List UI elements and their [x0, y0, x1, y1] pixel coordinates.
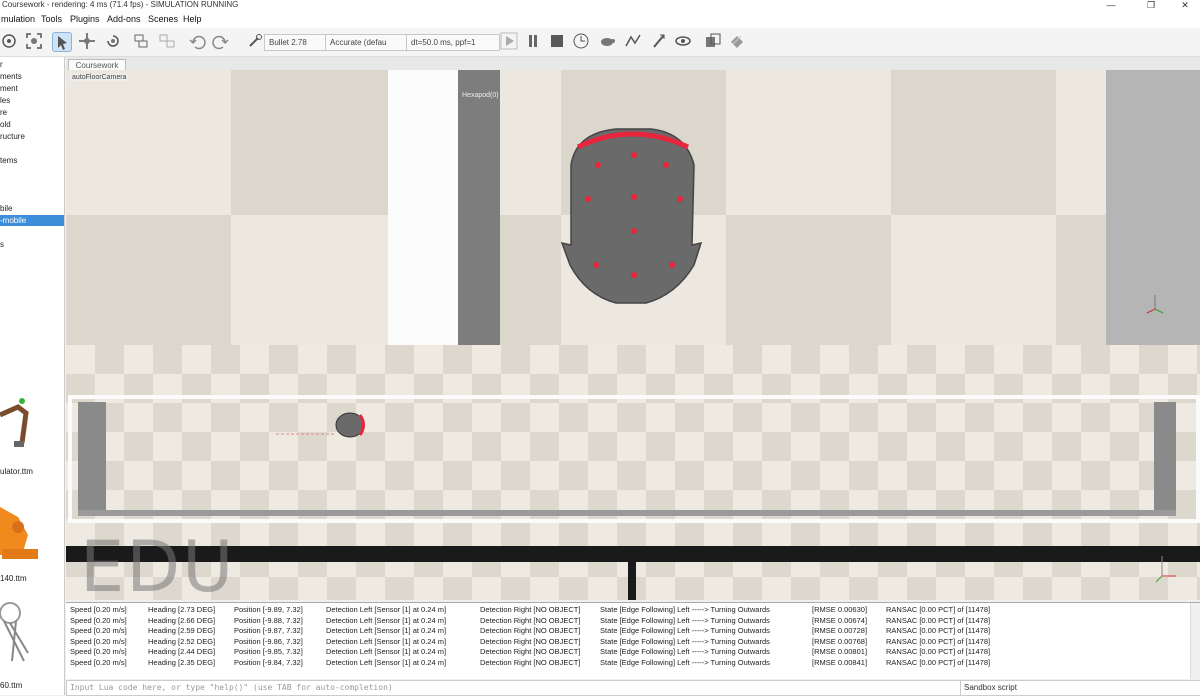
- dark-wall-post: [628, 562, 636, 600]
- visualization-icon[interactable]: [674, 32, 692, 50]
- timestep-select[interactable]: dt=50.0 ms, ppf=1: [406, 34, 500, 51]
- tree-item[interactable]: ructure: [0, 131, 64, 142]
- industrial-robot-thumbnail[interactable]: [0, 497, 44, 567]
- menu-bar: mulation Tools Plugins Add-ons Scenes He…: [0, 12, 1200, 28]
- maximize-button[interactable]: ❐: [1136, 0, 1166, 12]
- minimize-button[interactable]: —: [1096, 0, 1126, 12]
- pause-icon[interactable]: [524, 32, 542, 50]
- left-panel: r ments ment les re old ructure tems bil…: [0, 57, 65, 695]
- window-title: Coursework - rendering: 4 ms (71.4 fps) …: [2, 0, 239, 9]
- layer-icon[interactable]: [728, 32, 746, 50]
- edu-watermark: EDU: [80, 526, 236, 600]
- manipulator-model-thumbnail[interactable]: [0, 375, 40, 465]
- axis-gizmo-icon: [1140, 290, 1170, 320]
- toolbar: Bullet 2.78 Accurate (defau dt=50.0 ms, …: [0, 28, 1200, 57]
- camera-fit-icon[interactable]: [25, 32, 43, 50]
- lua-command-input[interactable]: Input Lua code here, or type "help()" (u…: [66, 680, 961, 696]
- tree-item[interactable]: r: [0, 59, 64, 70]
- menu-simulation[interactable]: mulation: [1, 14, 35, 24]
- mobile-robot-arena[interactable]: [334, 411, 368, 439]
- play-icon[interactable]: [500, 32, 518, 50]
- arena-wall-bottom: [78, 510, 1176, 516]
- script-selector-label: Sandbox script: [964, 683, 1017, 692]
- tree-item[interactable]: ments: [0, 71, 64, 82]
- title-bar: Coursework - rendering: 4 ms (71.4 fps) …: [0, 0, 1200, 12]
- assemble-icon[interactable]: [132, 32, 150, 50]
- menu-add-ons[interactable]: Add-ons: [107, 14, 141, 24]
- close-button[interactable]: ✕: [1170, 0, 1200, 12]
- undo-icon[interactable]: [188, 32, 206, 50]
- tree-item[interactable]: tems: [0, 155, 64, 166]
- tree-item[interactable]: ment: [0, 83, 64, 94]
- arena-wall-right: [1154, 402, 1176, 510]
- page-icon[interactable]: [704, 32, 722, 50]
- console-scrollbar[interactable]: [1190, 603, 1200, 679]
- white-floor-strip: [388, 70, 458, 345]
- stop-icon[interactable]: [548, 32, 566, 50]
- model-label: 60.ttm: [0, 681, 23, 690]
- tree-item-selected[interactable]: -mobile: [0, 215, 64, 226]
- object-move-icon[interactable]: [78, 32, 96, 50]
- menu-plugins[interactable]: Plugins: [70, 14, 100, 24]
- menu-scenes[interactable]: Scenes: [148, 14, 178, 24]
- model-label: ulator.ttm: [0, 467, 33, 476]
- object-select-icon[interactable]: [52, 32, 72, 52]
- delta-robot-thumbnail[interactable]: [0, 593, 40, 673]
- model-label: 140.ttm: [0, 574, 27, 583]
- script-selector[interactable]: Sandbox script: [960, 680, 1200, 696]
- disassemble-icon[interactable]: [158, 32, 176, 50]
- tree-item[interactable]: re: [0, 107, 64, 118]
- sensor-ray: [276, 428, 334, 435]
- dynamics-icon[interactable]: [650, 32, 668, 50]
- tree-item[interactable]: bile: [0, 203, 64, 214]
- scene-tab-strip: Coursework: [66, 57, 1200, 71]
- menu-tools[interactable]: Tools: [41, 14, 62, 24]
- threaded-icon[interactable]: [624, 32, 642, 50]
- mobile-robot-top-view[interactable]: [556, 125, 706, 310]
- accuracy-select[interactable]: Accurate (defau: [325, 34, 407, 51]
- turtle-icon[interactable]: [598, 32, 616, 50]
- physics-engine-select[interactable]: Bullet 2.78: [264, 34, 326, 51]
- sensor-view-label: Hexapod(0): [462, 92, 499, 99]
- arena-wall-left: [78, 402, 106, 510]
- axis-gizmo-icon: [1152, 546, 1192, 586]
- object-rotate-icon[interactable]: [104, 32, 122, 50]
- menu-help[interactable]: Help: [183, 14, 202, 24]
- arena-border: [68, 395, 1200, 523]
- status-console: Speed [0.20 m/s] Heading [2.73 DEG] Positi…: [66, 602, 1200, 679]
- scene-viewport[interactable]: autoFloorCamera Hexapod(0) EDU: [66, 70, 1200, 600]
- tree-item[interactable]: old: [0, 119, 64, 130]
- realtime-icon[interactable]: [572, 32, 590, 50]
- tree-item[interactable]: les: [0, 95, 64, 106]
- camera-pan-icon[interactable]: [0, 32, 18, 50]
- redo-icon[interactable]: [212, 32, 230, 50]
- tree-item[interactable]: s: [0, 239, 64, 250]
- physics-engine-icon: [246, 32, 264, 50]
- dark-wall-strip: [458, 70, 500, 345]
- dark-wall-bar: [66, 546, 1200, 562]
- camera-label: autoFloorCamera: [70, 74, 129, 81]
